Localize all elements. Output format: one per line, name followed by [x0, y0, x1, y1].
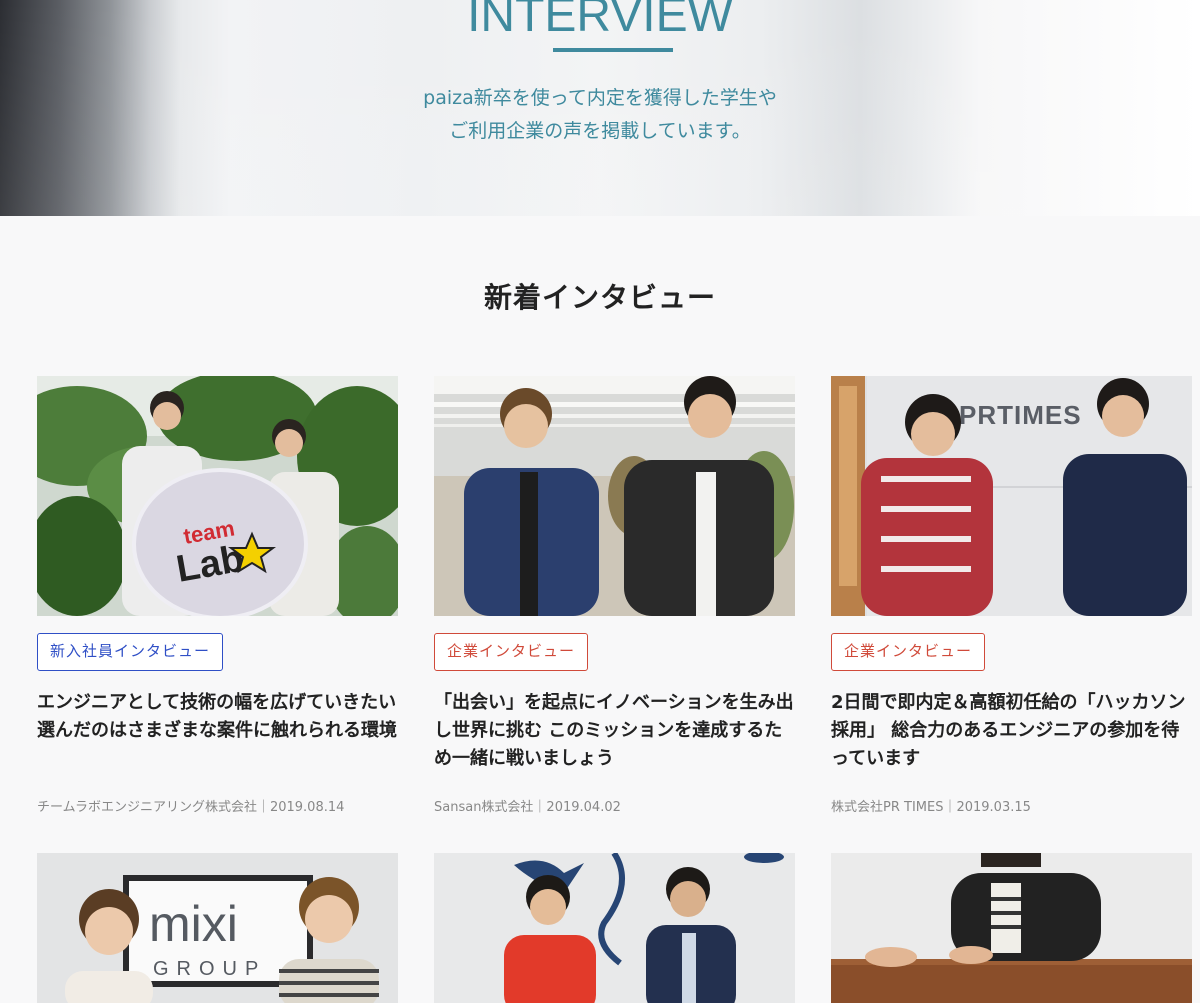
interview-photo[interactable]: PRTIMES: [831, 376, 1192, 616]
category-tag[interactable]: 新入社員インタビュー: [37, 633, 224, 671]
hero-description: paiza新卒を使って内定を獲得した学生や ご利用企業の声を掲載しています。: [0, 82, 1200, 148]
company-date: Sansan株式会社｜2019.04.02: [434, 800, 621, 815]
category-tag[interactable]: 企業インタビュー: [434, 633, 589, 671]
category-tag[interactable]: 企業インタビュー: [831, 633, 986, 671]
interview-photo-image: mixi GROUP: [37, 853, 398, 1003]
interview-photo[interactable]: [434, 853, 795, 1003]
interview-title[interactable]: 2日間で即内定＆高額初任給の「ハッカソン採用」 総合力のあるエンジニアの参加を待…: [831, 689, 1192, 773]
hero-description-line: ご利用企業の声を掲載しています。: [449, 120, 751, 142]
interview-title[interactable]: 「出会い」を起点にイノベーションを生み出し世界に挑む このミッションを達成するた…: [434, 689, 795, 773]
photo-sign-text: mixi: [149, 896, 238, 952]
hero-title: INTERVIEW: [467, 0, 733, 42]
interview-photo[interactable]: [831, 853, 1192, 1003]
interview-title[interactable]: エンジニアとして技術の幅を広げていきたい 選んだのはさまざまな案件に触れられる環…: [37, 689, 398, 745]
company-date: 株式会社PR TIMES｜2019.03.15: [831, 800, 1031, 815]
hero-description-line: paiza新卒を使って内定を獲得した学生や: [423, 87, 777, 109]
section-title: 新着インタビュー: [483, 281, 716, 314]
interview-photo[interactable]: mixi GROUP: [37, 853, 398, 1003]
hero-title-underline: [553, 48, 673, 52]
photo-sign-text: PRTIMES: [959, 400, 1082, 430]
hero-banner: INTERVIEW paiza新卒を使って内定を獲得した学生や ご利用企業の声を…: [0, 0, 1200, 216]
photo-sign-text: GROUP: [153, 958, 266, 980]
company-date: チームラボエンジニアリング株式会社｜2019.08.14: [37, 800, 345, 815]
interview-photo-image: [831, 853, 1192, 1003]
interview-photo-image: team Lab: [37, 376, 398, 616]
interview-photo-image: PRTIMES: [831, 376, 1192, 616]
interview-photo-image: [434, 376, 795, 616]
interview-photo[interactable]: team Lab: [37, 376, 398, 616]
interview-photo-image: [434, 853, 795, 1003]
interview-photo[interactable]: [434, 376, 795, 616]
